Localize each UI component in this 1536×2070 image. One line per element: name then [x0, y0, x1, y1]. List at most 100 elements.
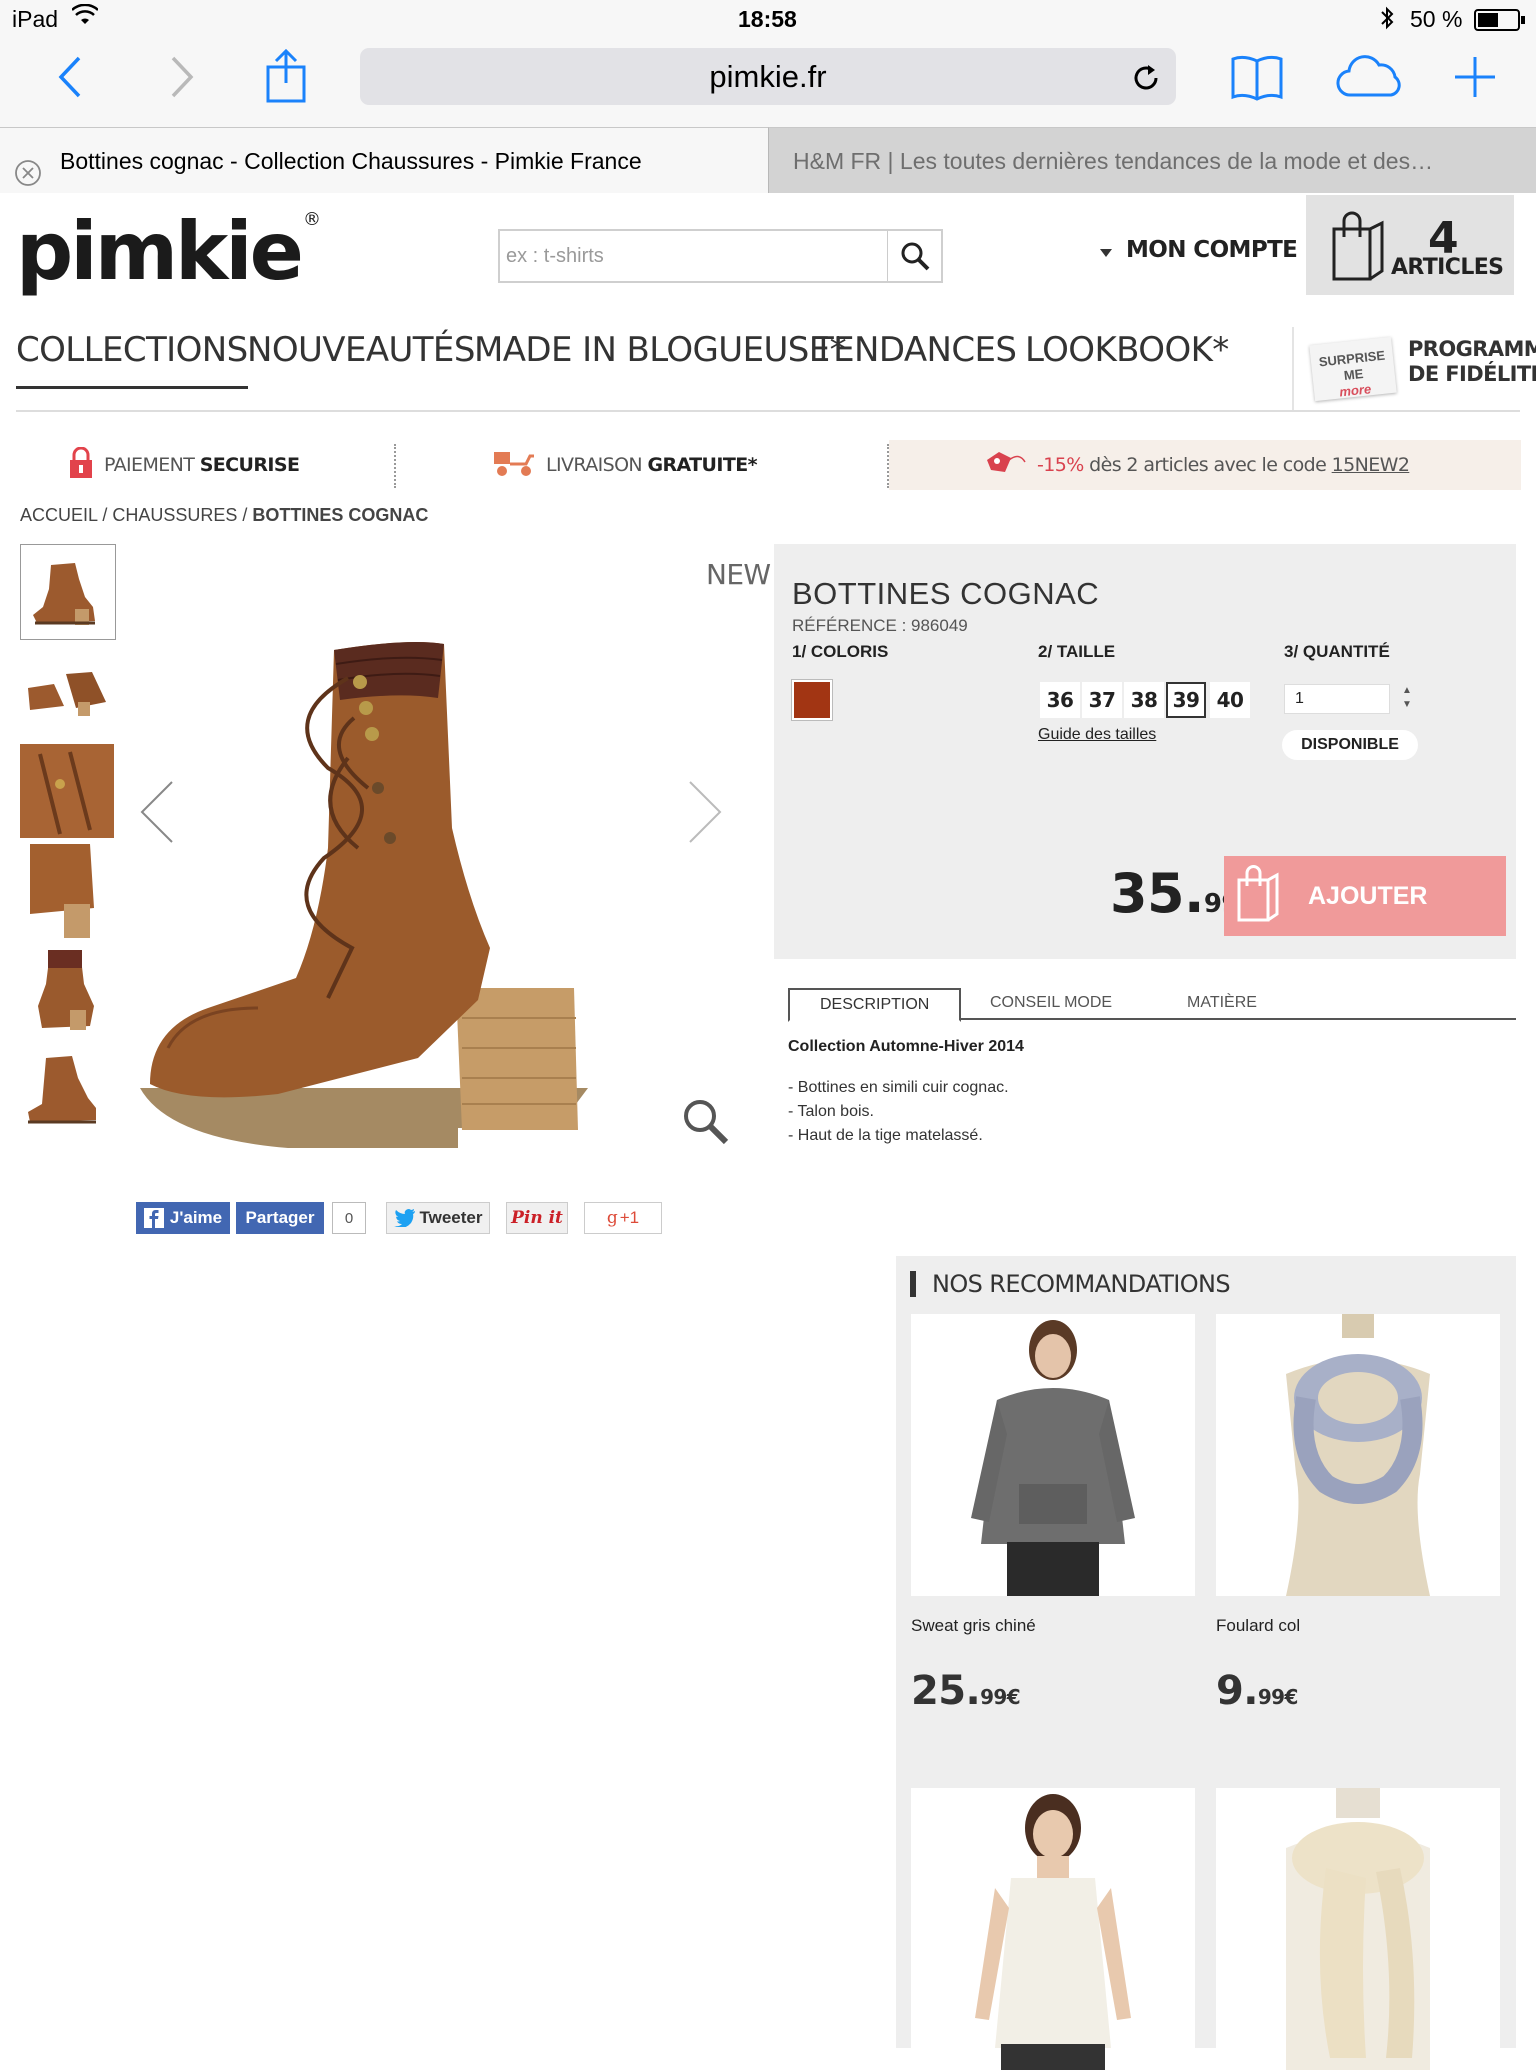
new-label: NEW	[706, 558, 771, 591]
address-bar[interactable]: pimkie.fr	[360, 48, 1176, 105]
promo-banner[interactable]: -15% dès 2 articles avec le code 15NEW2	[889, 440, 1521, 490]
icloud-tabs-icon[interactable]	[1334, 52, 1406, 102]
bookmarks-icon[interactable]	[1228, 52, 1286, 102]
size-option-36[interactable]: 36	[1040, 682, 1080, 718]
thumbnail[interactable]	[20, 544, 116, 640]
size-guide-link[interactable]: Guide des tailles	[1038, 726, 1156, 744]
share-icon[interactable]	[262, 48, 310, 106]
size-option-39[interactable]: 39	[1166, 682, 1206, 718]
device-label: iPad	[12, 6, 59, 32]
browser-chrome: iPad 18:58 50 % pimkie.fr Bottines cogna…	[0, 0, 1536, 193]
google-plus-icon: g	[606, 1208, 618, 1228]
nav-tendances[interactable]: TENDANCES	[813, 330, 1017, 370]
product-main-image[interactable]	[128, 548, 752, 1168]
url-text: pimkie.fr	[709, 59, 827, 94]
promo-discount: -15%	[1037, 454, 1084, 476]
thumbnail[interactable]	[20, 644, 116, 740]
pinterest-button[interactable]: Pin it	[506, 1202, 568, 1234]
facebook-icon	[143, 1208, 164, 1228]
cart-button[interactable]: 4 ARTICLES	[1306, 195, 1514, 295]
lock-icon	[68, 446, 94, 484]
wifi-icon	[71, 3, 99, 32]
secure-payment: PAIEMENT SECURISE	[68, 440, 300, 490]
tab-conseil-mode[interactable]: CONSEIL MODE	[990, 988, 1112, 1020]
nav-divider	[16, 410, 1520, 412]
tab-active[interactable]: Bottines cognac - Collection Chaussures …	[0, 127, 768, 193]
tab-title: H&M FR | Les toutes dernières tendances …	[793, 148, 1434, 174]
surprise-me-stamp: SURPRISE ME more	[1309, 336, 1397, 402]
thumbnail[interactable]	[20, 944, 116, 1040]
caret-down-icon	[1100, 236, 1112, 263]
fidelity-label: PROGRAMMEDE FIDÉLITÉ	[1408, 337, 1536, 386]
thumbnail[interactable]	[20, 844, 116, 940]
pimkie-logo[interactable]: pimkie ®	[16, 205, 321, 298]
recommendation-name[interactable]: Foulard col	[1216, 1616, 1500, 1636]
quantity-stepper[interactable]: ▲ ▼	[1394, 684, 1420, 714]
shopping-bag-icon	[1236, 864, 1280, 929]
back-button[interactable]	[48, 52, 92, 102]
size-option-40[interactable]: 40	[1210, 682, 1250, 718]
thumbnail[interactable]	[20, 744, 116, 840]
facebook-like-button[interactable]: J'aime	[136, 1202, 230, 1234]
forward-button[interactable]	[160, 52, 204, 102]
promo-text: dès 2 articles avec le code	[1089, 454, 1327, 476]
quantity-label: 3/ QUANTITÉ	[1284, 642, 1390, 661]
facebook-share-button[interactable]: Partager	[236, 1202, 324, 1234]
product-image[interactable]	[911, 1314, 1195, 1596]
product-panel: BOTTINES COGNAC RÉFÉRENCE : 986049 1/ CO…	[774, 544, 1516, 959]
size-label: 2/ TAILLE	[1038, 642, 1116, 661]
breadcrumb-path[interactable]: ACCUEIL / CHAUSSURES /	[20, 505, 252, 525]
close-tab-icon[interactable]	[14, 146, 42, 193]
breadcrumb-current: BOTTINES COGNAC	[252, 505, 429, 525]
search-button[interactable]	[887, 231, 941, 281]
product-image[interactable]	[1216, 1314, 1500, 1596]
tab-matiere[interactable]: MATIÈRE	[1187, 988, 1257, 1020]
previous-image-arrow[interactable]	[140, 780, 174, 849]
fidelity-program-link[interactable]: SURPRISE MEmore PROGRAMMEDE FIDÉLITÉ	[1292, 327, 1536, 411]
recommendation-card[interactable]	[1216, 1788, 1500, 2070]
tweet-button[interactable]: Tweeter	[386, 1202, 490, 1234]
search-box[interactable]: ex : t-shirts	[498, 229, 943, 283]
nav-nouveautes[interactable]: NOUVEAUTÉS	[247, 330, 475, 370]
divider	[394, 444, 396, 488]
nav-collections[interactable]: COLLECTIONS	[16, 330, 248, 389]
recommendation-name[interactable]: Sweat gris chiné	[911, 1616, 1195, 1636]
tab-inactive[interactable]: H&M FR | Les toutes dernières tendances …	[768, 127, 1536, 193]
size-option-38[interactable]: 38	[1124, 682, 1164, 718]
next-image-arrow[interactable]	[688, 780, 722, 849]
quantity-input[interactable]: 1	[1284, 684, 1390, 714]
tab-bar: Bottines cognac - Collection Chaussures …	[0, 127, 1536, 193]
recommendations-panel: NOS RECOMMANDATIONS Sweat gris chiné 25.…	[896, 1256, 1516, 2070]
description-line: - Haut de la tige matelassé.	[788, 1127, 983, 1144]
color-swatch[interactable]	[791, 679, 833, 721]
new-tab-icon[interactable]	[1452, 52, 1498, 102]
search-input[interactable]: ex : t-shirts	[506, 231, 604, 281]
recommendation-card[interactable]	[911, 1788, 1195, 2070]
google-plus-button[interactable]: g +1	[584, 1202, 662, 1234]
add-to-cart-label: AJOUTER	[1308, 881, 1428, 910]
availability-badge: DISPONIBLE	[1282, 730, 1418, 760]
description-heading: Collection Automne-Hiver 2014	[788, 1038, 1024, 1055]
description-tabs: DESCRIPTION CONSEIL MODE MATIÈRE	[788, 988, 1516, 1022]
reload-icon[interactable]	[1126, 58, 1166, 98]
product-image[interactable]	[911, 1788, 1195, 2070]
recommendation-price: 9.99€	[1216, 1668, 1298, 1714]
thumbnail[interactable]	[20, 1044, 116, 1140]
cart-label: ARTICLES	[1391, 255, 1504, 280]
shopping-bag-icon	[1330, 209, 1386, 286]
recommendation-card[interactable]: Foulard col 9.99€	[1216, 1314, 1500, 1714]
zoom-icon[interactable]	[680, 1096, 730, 1151]
logo-text: pimkie	[16, 205, 304, 298]
nav-made-in-blogueuse[interactable]: MADE IN BLOGUEUSE*	[474, 330, 847, 370]
nav-lookbook[interactable]: LOOKBOOK*	[1025, 330, 1229, 370]
search-icon	[901, 242, 929, 271]
product-image[interactable]	[1216, 1788, 1500, 2070]
tab-description[interactable]: DESCRIPTION	[788, 988, 962, 1022]
twitter-icon	[393, 1209, 415, 1227]
account-menu[interactable]: MON COMPTE	[1100, 236, 1298, 263]
add-to-cart-button[interactable]: AJOUTER	[1224, 856, 1506, 936]
recommendation-card[interactable]: Sweat gris chiné 25.99€	[911, 1314, 1195, 1714]
battery-percent: 50 %	[1410, 6, 1463, 32]
clock: 18:58	[738, 6, 797, 32]
size-option-37[interactable]: 37	[1082, 682, 1122, 718]
